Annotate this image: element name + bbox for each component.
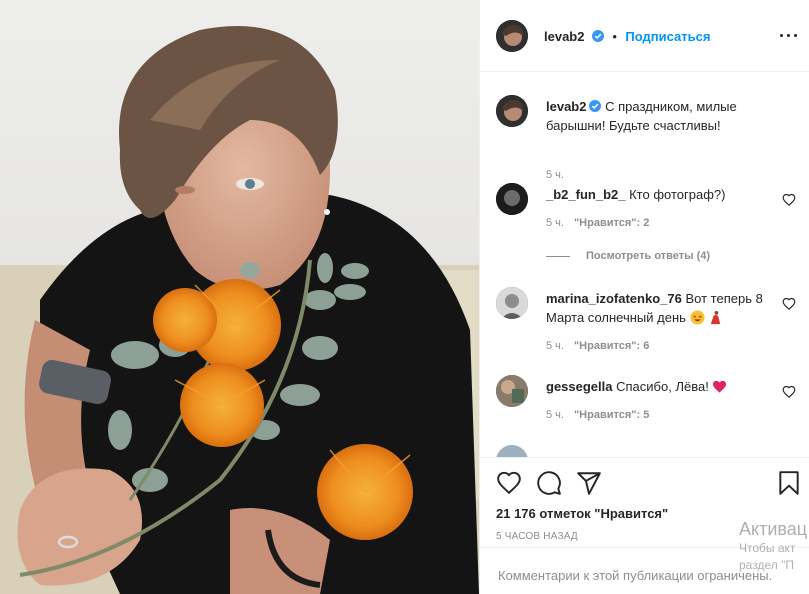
more-dot (794, 34, 797, 37)
view-replies-label: Посмотреть ответы (4) (586, 250, 711, 262)
dancer-emoji-icon (710, 310, 721, 325)
verified-badge-icon (591, 30, 604, 42)
avatar-image (496, 20, 528, 52)
dot-separator: • (612, 29, 617, 44)
header-line: levab2 • Подписаться (544, 28, 710, 46)
comment-time[interactable]: 5 ч. (546, 409, 564, 421)
heart-icon[interactable] (496, 470, 522, 496)
comments-restricted-notice: Комментарии к этой публикации ограничены… (480, 547, 809, 594)
caption-text-block: levab2 С праздником, милые барышни! Будь… (546, 97, 776, 135)
caption-meta: 5 ч. (546, 169, 564, 181)
replies-line (546, 255, 570, 257)
comment-icon[interactable] (536, 470, 562, 496)
verified-badge-icon (589, 100, 602, 112)
author-username[interactable]: levab2 (544, 29, 584, 44)
caption-avatar[interactable] (496, 95, 528, 127)
comment-text-block: marina_izofatenko_76 Вот теперь 8 Марта … (546, 289, 766, 327)
avatar-image (496, 287, 528, 319)
likes-count[interactable]: 21 176 отметок "Нравится" (496, 506, 668, 521)
comment-time[interactable]: 5 ч. (546, 217, 564, 229)
red-heart-emoji-icon (713, 380, 727, 393)
share-icon[interactable] (576, 470, 602, 496)
star-struck-emoji-icon (689, 310, 705, 325)
comment-text-block: gessegella Спасибо, Лёва! (546, 377, 766, 396)
avatar-image (496, 375, 528, 407)
comment-likes[interactable]: "Нравится": 6 (574, 340, 649, 352)
like-comment-heart-icon[interactable] (782, 385, 796, 399)
comment-meta: 5 ч. "Нравится": 6 (546, 340, 649, 352)
bookmark-icon[interactable] (776, 470, 802, 496)
comment-username[interactable]: gessegella (546, 379, 613, 394)
author-avatar[interactable] (496, 20, 528, 52)
caption-username[interactable]: levab2 (546, 99, 586, 114)
avatar-image (496, 183, 528, 215)
more-options-icon[interactable] (778, 28, 798, 44)
comment-time[interactable]: 5 ч. (546, 340, 564, 352)
post-photo[interactable] (0, 0, 479, 594)
view-replies-button[interactable]: Посмотреть ответы (4) (546, 250, 710, 262)
post-time-ago[interactable]: 5 ЧАСОВ НАЗАД (496, 531, 578, 542)
post-sidebar: levab2 • Подписаться levab2 С праздником… (479, 0, 809, 594)
avatar-image (496, 95, 528, 127)
comment-text: Спасибо, Лёва! (616, 379, 709, 394)
like-comment-heart-icon[interactable] (782, 193, 796, 207)
comment-likes[interactable]: "Нравится": 2 (574, 217, 649, 229)
post-image (0, 0, 479, 594)
more-dot (780, 34, 783, 37)
like-comment-heart-icon[interactable] (782, 297, 796, 311)
post-header: levab2 • Подписаться (480, 0, 809, 72)
comment-avatar[interactable] (496, 183, 528, 215)
more-dot (787, 34, 790, 37)
comment-meta: 5 ч. "Нравится": 5 (546, 409, 649, 421)
comment-username[interactable]: _b2_fun_b2_ (546, 187, 625, 202)
comment-username[interactable]: marina_izofatenko_76 (546, 291, 682, 306)
comment-text: Кто фотограф?) (629, 187, 726, 202)
caption-time[interactable]: 5 ч. (546, 169, 564, 181)
action-bar: 21 176 отметок "Нравится" 5 ЧАСОВ НАЗАД (480, 457, 809, 547)
follow-button[interactable]: Подписаться (625, 29, 710, 44)
comment-avatar[interactable] (496, 287, 528, 319)
comment-avatar[interactable] (496, 445, 528, 457)
comment-meta: 5 ч. "Нравится": 2 (546, 217, 649, 229)
comment-likes[interactable]: "Нравится": 5 (574, 409, 649, 421)
comment-text-block: _b2_fun_b2_ Кто фотограф?) (546, 185, 766, 204)
comments-list[interactable]: levab2 С праздником, милые барышни! Будь… (480, 73, 809, 457)
comment-avatar[interactable] (496, 375, 528, 407)
